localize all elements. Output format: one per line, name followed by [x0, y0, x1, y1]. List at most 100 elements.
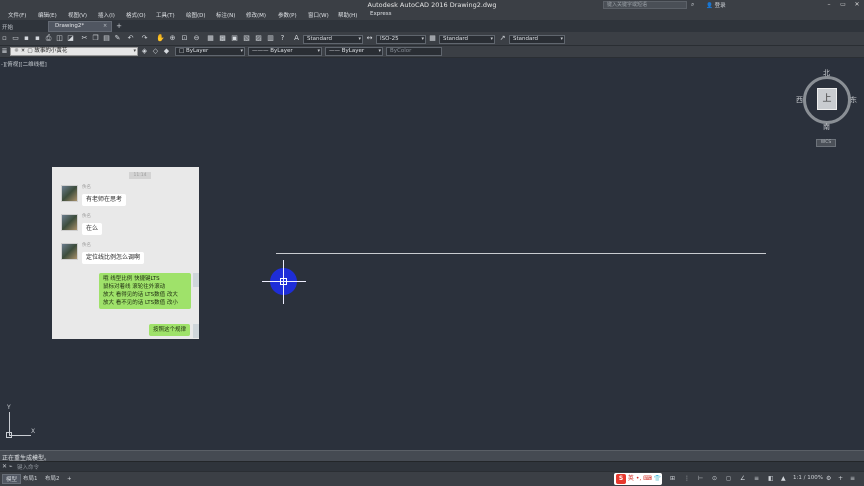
- chevron-down-icon: ▾: [421, 36, 424, 42]
- close-button[interactable]: ✕: [850, 0, 864, 10]
- close-icon[interactable]: ✕ ⌁: [2, 463, 13, 470]
- menu-dimension[interactable]: 标注(N): [216, 11, 235, 19]
- sheet-set-icon[interactable]: ▧: [242, 34, 251, 43]
- transparency-icon[interactable]: ◧: [768, 475, 774, 482]
- viewcube-top-face[interactable]: 上: [817, 88, 837, 110]
- ime-toolbar[interactable]: S 英 •, ⌨ 👕: [614, 473, 662, 485]
- markup-icon[interactable]: ▨: [254, 34, 263, 43]
- layer-state-icon[interactable]: ◆: [162, 47, 171, 56]
- plot-style-select[interactable]: ByColor: [386, 47, 442, 56]
- menu-view[interactable]: 视图(V): [68, 11, 87, 19]
- plus-icon[interactable]: +: [838, 475, 843, 482]
- copy-icon[interactable]: ❐: [91, 34, 100, 43]
- viewcube[interactable]: 上 北 南 西 东: [796, 68, 857, 132]
- tab-model[interactable]: 模型: [2, 474, 22, 484]
- menu-insert[interactable]: 插入(I): [98, 11, 115, 19]
- dim-style-icon: ↔: [366, 34, 373, 42]
- menu-express[interactable]: Express: [370, 11, 391, 17]
- document-tab-bar: 开始 Drawing2* × +: [0, 20, 864, 32]
- drawn-line[interactable]: [276, 253, 766, 254]
- new-tab-button[interactable]: +: [114, 22, 124, 31]
- layer-select[interactable]: ☼ ☀ ▢ 故事的小黄花 ▾: [10, 47, 138, 56]
- avatar: [61, 185, 78, 202]
- undo-icon[interactable]: ↶: [126, 34, 135, 43]
- ucs-x-label: X: [31, 428, 36, 435]
- match-properties-icon[interactable]: ✎: [113, 34, 122, 43]
- command-line[interactable]: ✕ ⌁ 键入命令: [0, 461, 864, 471]
- menu-draw[interactable]: 绘图(D): [186, 11, 206, 19]
- search-input[interactable]: 键入关键字或短语: [603, 1, 687, 9]
- compass-north[interactable]: 北: [823, 68, 830, 78]
- tab-close-icon[interactable]: ×: [103, 23, 107, 29]
- self-avatar: [193, 273, 199, 287]
- menu-edit[interactable]: 编辑(E): [38, 11, 57, 19]
- compass-east[interactable]: 东: [850, 95, 857, 105]
- help-icon[interactable]: ?: [278, 34, 287, 43]
- publish-icon[interactable]: ◪: [66, 34, 75, 43]
- compass-west[interactable]: 西: [796, 95, 803, 105]
- otrack-icon[interactable]: ∠: [740, 475, 745, 482]
- lineweight-icon[interactable]: ≡: [754, 475, 759, 482]
- menu-parameter[interactable]: 参数(P): [278, 11, 297, 19]
- minimize-button[interactable]: –: [822, 0, 836, 10]
- avatar: [61, 243, 78, 260]
- menu-file[interactable]: 文件(F): [8, 11, 26, 19]
- menu-help[interactable]: 帮助(H): [338, 11, 357, 19]
- tab-layout2[interactable]: 布局2: [42, 474, 63, 484]
- calculator-icon[interactable]: ▥: [266, 34, 275, 43]
- cut-icon[interactable]: ✂: [80, 34, 89, 43]
- tab-layout1[interactable]: 布局1: [20, 474, 41, 484]
- snap-icon[interactable]: ⋮: [684, 475, 690, 482]
- mleader-style-select[interactable]: Standard ▾: [509, 35, 565, 44]
- make-current-layer-icon[interactable]: ◈: [140, 47, 149, 56]
- lineweight-select[interactable]: —— ByLayer ▾: [325, 47, 383, 56]
- compass-south[interactable]: 南: [823, 122, 830, 132]
- tab-start[interactable]: 开始: [2, 23, 13, 31]
- polar-icon[interactable]: ⊙: [712, 475, 717, 482]
- ortho-icon[interactable]: ⊢: [698, 475, 703, 482]
- tool-palettes-icon[interactable]: ▣: [230, 34, 239, 43]
- gear-icon[interactable]: ⚙: [826, 475, 831, 482]
- paste-icon[interactable]: ▤: [102, 34, 111, 43]
- chat-nick: 佚名: [82, 214, 91, 219]
- menu-modify[interactable]: 修改(M): [246, 11, 266, 19]
- print-icon[interactable]: ⎙: [44, 34, 53, 43]
- save-as-icon[interactable]: ▪: [33, 34, 42, 43]
- preview-icon[interactable]: ◫: [55, 34, 64, 43]
- osnap-icon[interactable]: ◻: [726, 475, 731, 482]
- annotation-scale[interactable]: 1:1 / 100%: [793, 475, 823, 481]
- text-style-select[interactable]: Standard ▾: [303, 35, 363, 44]
- viewport-controls[interactable]: -][俯视][二维线框]: [1, 60, 47, 68]
- save-icon[interactable]: ▪: [22, 34, 31, 43]
- menu-tools[interactable]: 工具(T): [156, 11, 175, 19]
- dim-style-select[interactable]: ISO-25 ▾: [376, 35, 426, 44]
- command-input[interactable]: 键入命令: [17, 463, 39, 471]
- add-layout-button[interactable]: +: [64, 474, 75, 484]
- new-file-icon[interactable]: ▫: [0, 34, 9, 43]
- search-icon[interactable]: ⌕: [691, 1, 699, 9]
- menu-format[interactable]: 格式(O): [126, 11, 146, 19]
- grid-icon[interactable]: ⊞: [670, 475, 675, 482]
- zoom-window-icon[interactable]: ⊡: [180, 34, 189, 43]
- open-file-icon[interactable]: ▭: [11, 34, 20, 43]
- design-center-icon[interactable]: ▩: [218, 34, 227, 43]
- pan-icon[interactable]: ✋: [156, 34, 165, 43]
- layer-properties-icon[interactable]: ≣: [0, 47, 9, 56]
- layer-previous-icon[interactable]: ◇: [151, 47, 160, 56]
- status-bar: 模型 布局1 布局2 + S 英 •, ⌨ 👕 ⊞ ⋮ ⊢ ⊙ ◻ ∠ ≡ ◧ …: [0, 471, 864, 486]
- chat-reply-bubble: 按照这个规律: [149, 324, 191, 336]
- zoom-previous-icon[interactable]: ⊖: [192, 34, 201, 43]
- wcs-menu[interactable]: WCS: [816, 139, 836, 147]
- maximize-button[interactable]: ▭: [836, 0, 850, 10]
- annotation-scale-icon[interactable]: ▲: [781, 475, 786, 482]
- properties-icon[interactable]: ▦: [206, 34, 215, 43]
- customize-menu-icon[interactable]: ≡: [850, 475, 855, 482]
- table-style-select[interactable]: Standard ▾: [439, 35, 495, 44]
- chat-bubble: 在么: [82, 223, 103, 235]
- zoom-realtime-icon[interactable]: ⊕: [168, 34, 177, 43]
- menu-window[interactable]: 窗口(W): [308, 11, 329, 19]
- sign-in-button[interactable]: 👤 登录: [706, 1, 726, 9]
- color-select[interactable]: □ ByLayer ▾: [175, 47, 245, 56]
- redo-icon[interactable]: ↷: [140, 34, 149, 43]
- linetype-select[interactable]: ——— ByLayer ▾: [248, 47, 322, 56]
